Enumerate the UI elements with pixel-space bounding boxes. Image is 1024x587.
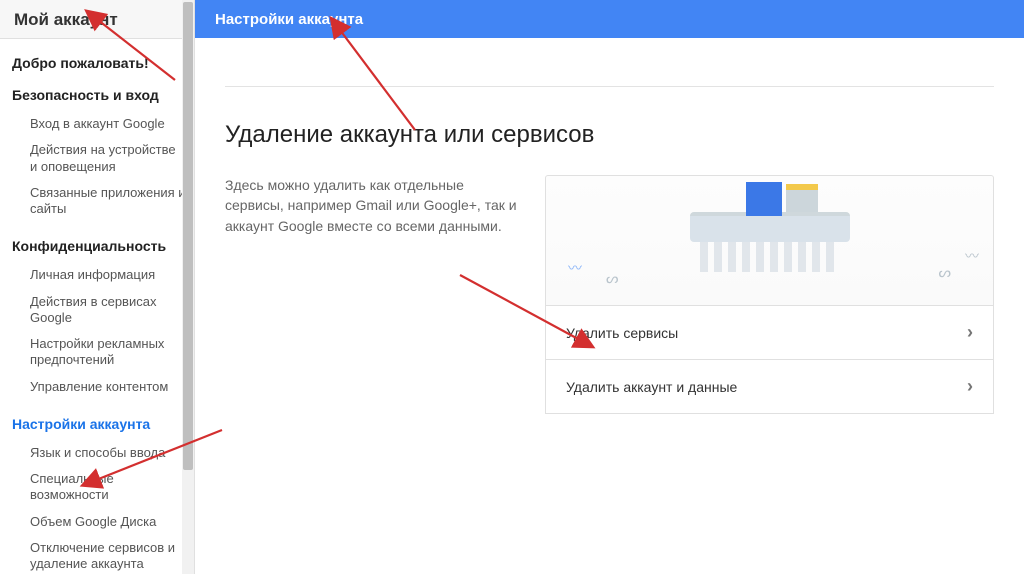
sidebar-section-privacy[interactable]: Конфиденциальность [12, 238, 186, 254]
options-card: 〰 ᔕ ᔕ 〰 Удалить сервисы › Удалить аккаун… [545, 175, 994, 414]
shred-strip [742, 242, 750, 272]
topbar-title: Настройки аккаунта [215, 11, 363, 28]
shredder-illustration: 〰 ᔕ ᔕ 〰 [545, 175, 994, 305]
shred-strip [700, 242, 708, 272]
confetti-icon: 〰 [568, 258, 582, 278]
nav-content-mgmt[interactable]: Управление контентом [12, 374, 186, 400]
sidebar-section-security[interactable]: Безопасность и вход [12, 87, 186, 103]
sidebar-scrollbar-thumb[interactable] [183, 2, 193, 470]
intro-text: Здесь можно удалить как отдельные сервис… [225, 175, 545, 414]
nav-connected-apps[interactable]: Связанные приложения и сайты [12, 180, 186, 223]
chevron-right-icon: › [967, 322, 973, 343]
main-content: Удаление аккаунта или сервисов Здесь мож… [195, 38, 1024, 574]
sidebar-scrollbar-track[interactable] [182, 0, 194, 574]
shred-strip [812, 242, 820, 272]
shred-strip [728, 242, 736, 272]
chevron-right-icon: › [967, 376, 973, 397]
page-title: Удаление аккаунта или сервисов [225, 121, 994, 149]
nav-accessibility[interactable]: Специальные возможности [12, 466, 186, 509]
content-row: Здесь можно удалить как отдельные сервис… [225, 175, 994, 414]
shred-strip [756, 242, 764, 272]
shred-strip [770, 242, 778, 272]
nav-drive-storage[interactable]: Объем Google Диска [12, 509, 186, 535]
ribbon-icon: ᔕ [606, 270, 618, 287]
shred-strip [826, 242, 834, 272]
sidebar-section-settings[interactable]: Настройки аккаунта [12, 416, 186, 432]
topbar: Настройки аккаунта [195, 0, 1024, 38]
divider [225, 86, 994, 87]
option-delete-account-label: Удалить аккаунт и данные [566, 379, 737, 395]
ribbon-icon: ᔕ [939, 264, 951, 281]
option-delete-services-label: Удалить сервисы [566, 325, 678, 341]
option-delete-services[interactable]: Удалить сервисы › [545, 305, 994, 360]
sidebar-header[interactable]: Мой аккаунт [0, 0, 194, 39]
sidebar: Мой аккаунт Добро пожаловать! Безопаснос… [0, 0, 195, 574]
nav-google-activity[interactable]: Действия в сервисах Google [12, 289, 186, 332]
shred-strip [714, 242, 722, 272]
sidebar-body: Добро пожаловать! Безопасность и вход Вх… [0, 39, 194, 587]
shredder-icon [690, 212, 850, 242]
shred-strip [798, 242, 806, 272]
shred-strip [784, 242, 792, 272]
sidebar-welcome[interactable]: Добро пожаловать! [12, 55, 186, 71]
nav-login-google[interactable]: Вход в аккаунт Google [12, 111, 186, 137]
ribbon-icon: 〰 [965, 246, 979, 266]
nav-delete-services[interactable]: Отключение сервисов и удаление аккаунта [12, 535, 186, 578]
nav-ads-prefs[interactable]: Настройки рекламных предпочтений [12, 331, 186, 374]
nav-personal-info[interactable]: Личная информация [12, 262, 186, 288]
nav-language-input[interactable]: Язык и способы ввода [12, 440, 186, 466]
nav-device-activity[interactable]: Действия на устройстве и оповещения [12, 137, 186, 180]
option-delete-account[interactable]: Удалить аккаунт и данные › [545, 360, 994, 414]
